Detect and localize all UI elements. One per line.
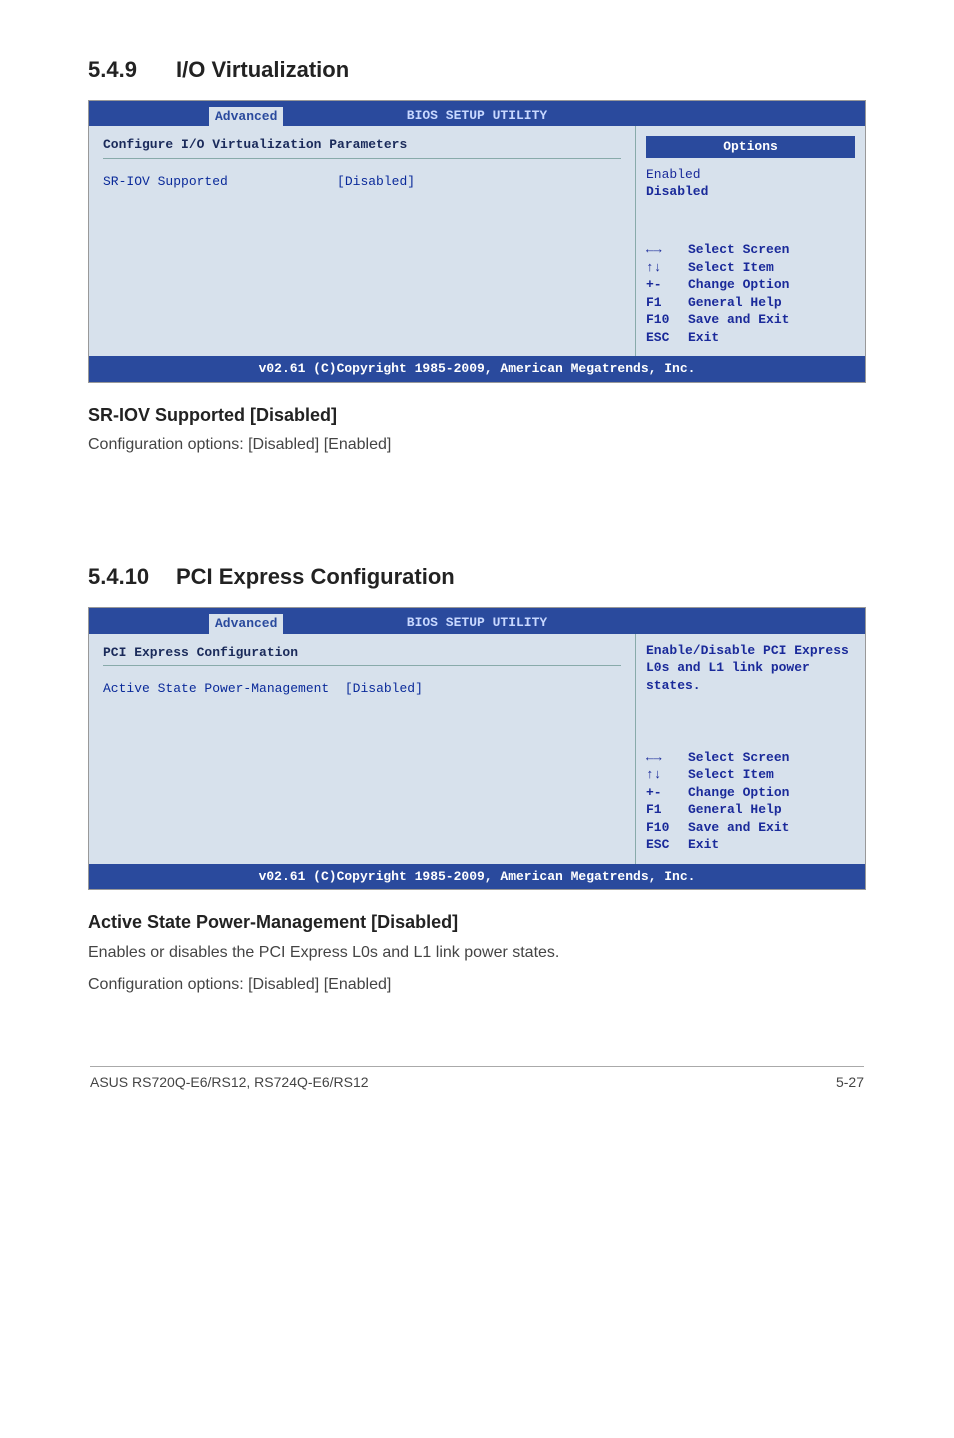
bios-left-pane: Configure I/O Virtualization Parameters …: [89, 126, 635, 356]
bios-setting-value[interactable]: [Disabled]: [345, 681, 423, 696]
help-text: General Help: [688, 801, 782, 819]
help-key-arrows-ud-icon: ↑↓: [646, 259, 680, 277]
help-text: Select Screen: [688, 749, 789, 767]
help-text: Select Item: [688, 259, 774, 277]
bios-tab-advanced[interactable]: Advanced: [209, 614, 283, 634]
bios-options-header: Options: [646, 136, 855, 158]
help-key-f1: F1: [646, 294, 680, 312]
help-text: General Help: [688, 294, 782, 312]
bios-panel-title: PCI Express Configuration: [103, 644, 621, 667]
bios-setting-row[interactable]: SR-IOV Supported [Disabled]: [103, 173, 621, 191]
bios-setting-label: SR-IOV Supported: [103, 174, 228, 189]
help-key-arrows-lr-icon: ←→: [646, 749, 680, 767]
bios-panel-pci-express: BIOS SETUP UTILITY Advanced PCI Express …: [88, 607, 866, 890]
bios-panel-title: Configure I/O Virtualization Parameters: [103, 136, 621, 159]
aspm-description: Enables or disables the PCI Express L0s …: [88, 942, 866, 964]
help-text: Exit: [688, 329, 719, 347]
help-key-plusminus: +-: [646, 276, 680, 294]
config-options-text: Configuration options: [Disabled] [Enabl…: [88, 974, 866, 996]
help-text: Save and Exit: [688, 819, 789, 837]
bios-setting-description: Enable/Disable PCI Express L0s and L1 li…: [646, 642, 855, 695]
help-key-esc: ESC: [646, 329, 680, 347]
bios-footer: v02.61 (C)Copyright 1985-2009, American …: [89, 864, 865, 890]
bios-setting-value[interactable]: [Disabled]: [337, 174, 415, 189]
section-title: I/O Virtualization: [176, 57, 349, 82]
help-text: Change Option: [688, 784, 789, 802]
bios-footer: v02.61 (C)Copyright 1985-2009, American …: [89, 356, 865, 382]
bios-panel-io-virtualization: BIOS SETUP UTILITY Advanced Configure I/…: [88, 100, 866, 383]
bios-option-enabled[interactable]: Enabled: [646, 166, 855, 184]
help-text: Exit: [688, 836, 719, 854]
section-heading-549: 5.4.9I/O Virtualization: [88, 55, 866, 86]
bios-right-pane: Enable/Disable PCI Express L0s and L1 li…: [635, 634, 865, 864]
bios-right-pane: Options Enabled Disabled ←→ Select Screen…: [635, 126, 865, 356]
help-key-f10: F10: [646, 311, 680, 329]
bios-titlebar: BIOS SETUP UTILITY Advanced: [89, 101, 865, 127]
subheading-aspm: Active State Power-Management [Disabled]: [88, 910, 866, 935]
section-heading-5410: 5.4.10PCI Express Configuration: [88, 562, 866, 593]
help-key-esc: ESC: [646, 836, 680, 854]
bios-left-pane: PCI Express Configuration Active State P…: [89, 634, 635, 864]
bios-util-title: BIOS SETUP UTILITY: [407, 615, 547, 630]
bios-option-disabled[interactable]: Disabled: [646, 183, 855, 201]
subheading-sriov: SR-IOV Supported [Disabled]: [88, 403, 866, 428]
bios-setting-label: Active State Power-Management: [103, 681, 329, 696]
help-text: Select Item: [688, 766, 774, 784]
bios-help-block: ←→ Select Screen ↑↓ Select Item +- Change O…: [646, 749, 855, 854]
help-text: Save and Exit: [688, 311, 789, 329]
section-title: PCI Express Configuration: [176, 564, 455, 589]
bios-setting-row[interactable]: Active State Power-Management [Disabled]: [103, 680, 621, 698]
bios-help-block: ←→ Select Screen ↑↓ Select Item +- Change O…: [646, 241, 855, 346]
help-text: Select Screen: [688, 241, 789, 259]
help-key-plusminus: +-: [646, 784, 680, 802]
bios-util-title: BIOS SETUP UTILITY: [407, 108, 547, 123]
section-number: 5.4.10: [88, 562, 176, 593]
help-key-f1: F1: [646, 801, 680, 819]
section-number: 5.4.9: [88, 55, 176, 86]
bios-titlebar: BIOS SETUP UTILITY Advanced: [89, 608, 865, 634]
footer-page-number: 5-27: [836, 1073, 864, 1093]
help-text: Change Option: [688, 276, 789, 294]
help-key-f10: F10: [646, 819, 680, 837]
help-key-arrows-ud-icon: ↑↓: [646, 766, 680, 784]
page-footer: ASUS RS720Q-E6/RS12, RS724Q-E6/RS12 5-27: [88, 1066, 866, 1093]
help-key-arrows-lr-icon: ←→: [646, 241, 680, 259]
config-options-text: Configuration options: [Disabled] [Enabl…: [88, 434, 866, 456]
bios-tab-advanced[interactable]: Advanced: [209, 107, 283, 127]
footer-left: ASUS RS720Q-E6/RS12, RS724Q-E6/RS12: [90, 1073, 369, 1093]
